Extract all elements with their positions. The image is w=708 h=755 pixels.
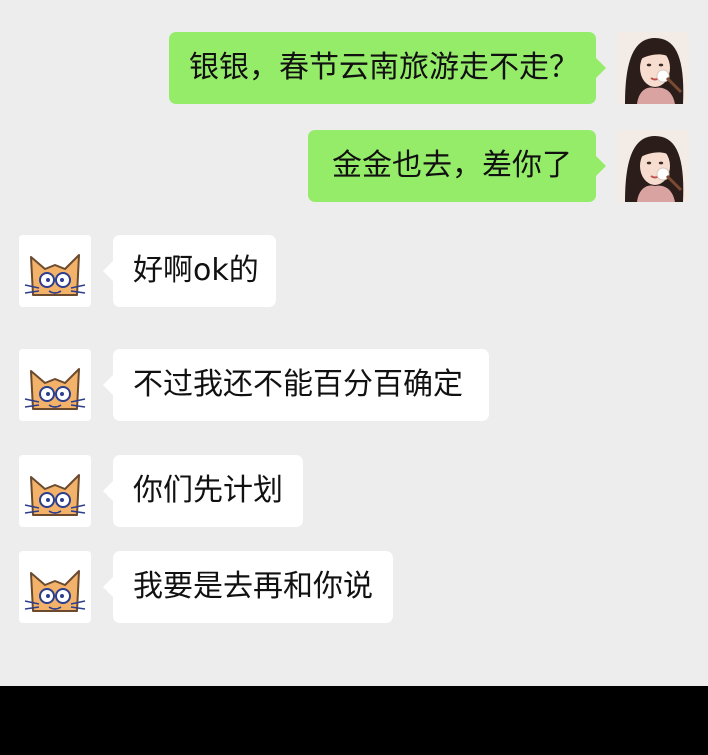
self-avatar[interactable] [617,32,689,104]
chat-message-list[interactable]: 银银，春节云南旅游走不走？ 金金也去，差你了 好啊ok的 不过我还不能百分百确定… [0,0,708,686]
message-bubble-sent[interactable]: 银银，春节云南旅游走不走？ [169,32,596,104]
contact-avatar[interactable] [19,349,91,421]
message-text: 不过我还不能百分百确定 [133,367,463,402]
message-text: 好啊ok的 [133,253,259,288]
message-text: 我要是去再和你说 [133,569,373,604]
message-text: 你们先计划 [133,473,283,508]
self-avatar[interactable] [617,130,689,202]
woman-portrait-avatar-icon [617,32,689,104]
orange-cat-avatar-icon [19,349,91,421]
contact-avatar[interactable] [19,455,91,527]
message-text: 金金也去，差你了 [332,148,572,183]
bubble-tail [596,58,606,78]
orange-cat-avatar-icon [19,551,91,623]
message-bubble-received[interactable]: 我要是去再和你说 [113,551,393,623]
message-bubble-received[interactable]: 好啊ok的 [113,235,276,307]
message-bubble-sent[interactable]: 金金也去，差你了 [308,130,596,202]
bubble-tail [103,375,113,395]
bottom-black-bar [0,686,708,755]
woman-portrait-avatar-icon [617,130,689,202]
bubble-tail [103,481,113,501]
contact-avatar[interactable] [19,235,91,307]
message-bubble-received[interactable]: 不过我还不能百分百确定 [113,349,489,421]
contact-avatar[interactable] [19,551,91,623]
message-text: 银银，春节云南旅游走不走？ [189,50,579,85]
bubble-tail [103,261,113,281]
bubble-tail [103,577,113,597]
message-bubble-received[interactable]: 你们先计划 [113,455,303,527]
orange-cat-avatar-icon [19,235,91,307]
chat-screen: 银银，春节云南旅游走不走？ 金金也去，差你了 好啊ok的 不过我还不能百分百确定… [0,0,708,755]
bubble-tail [596,156,606,176]
orange-cat-avatar-icon [19,455,91,527]
